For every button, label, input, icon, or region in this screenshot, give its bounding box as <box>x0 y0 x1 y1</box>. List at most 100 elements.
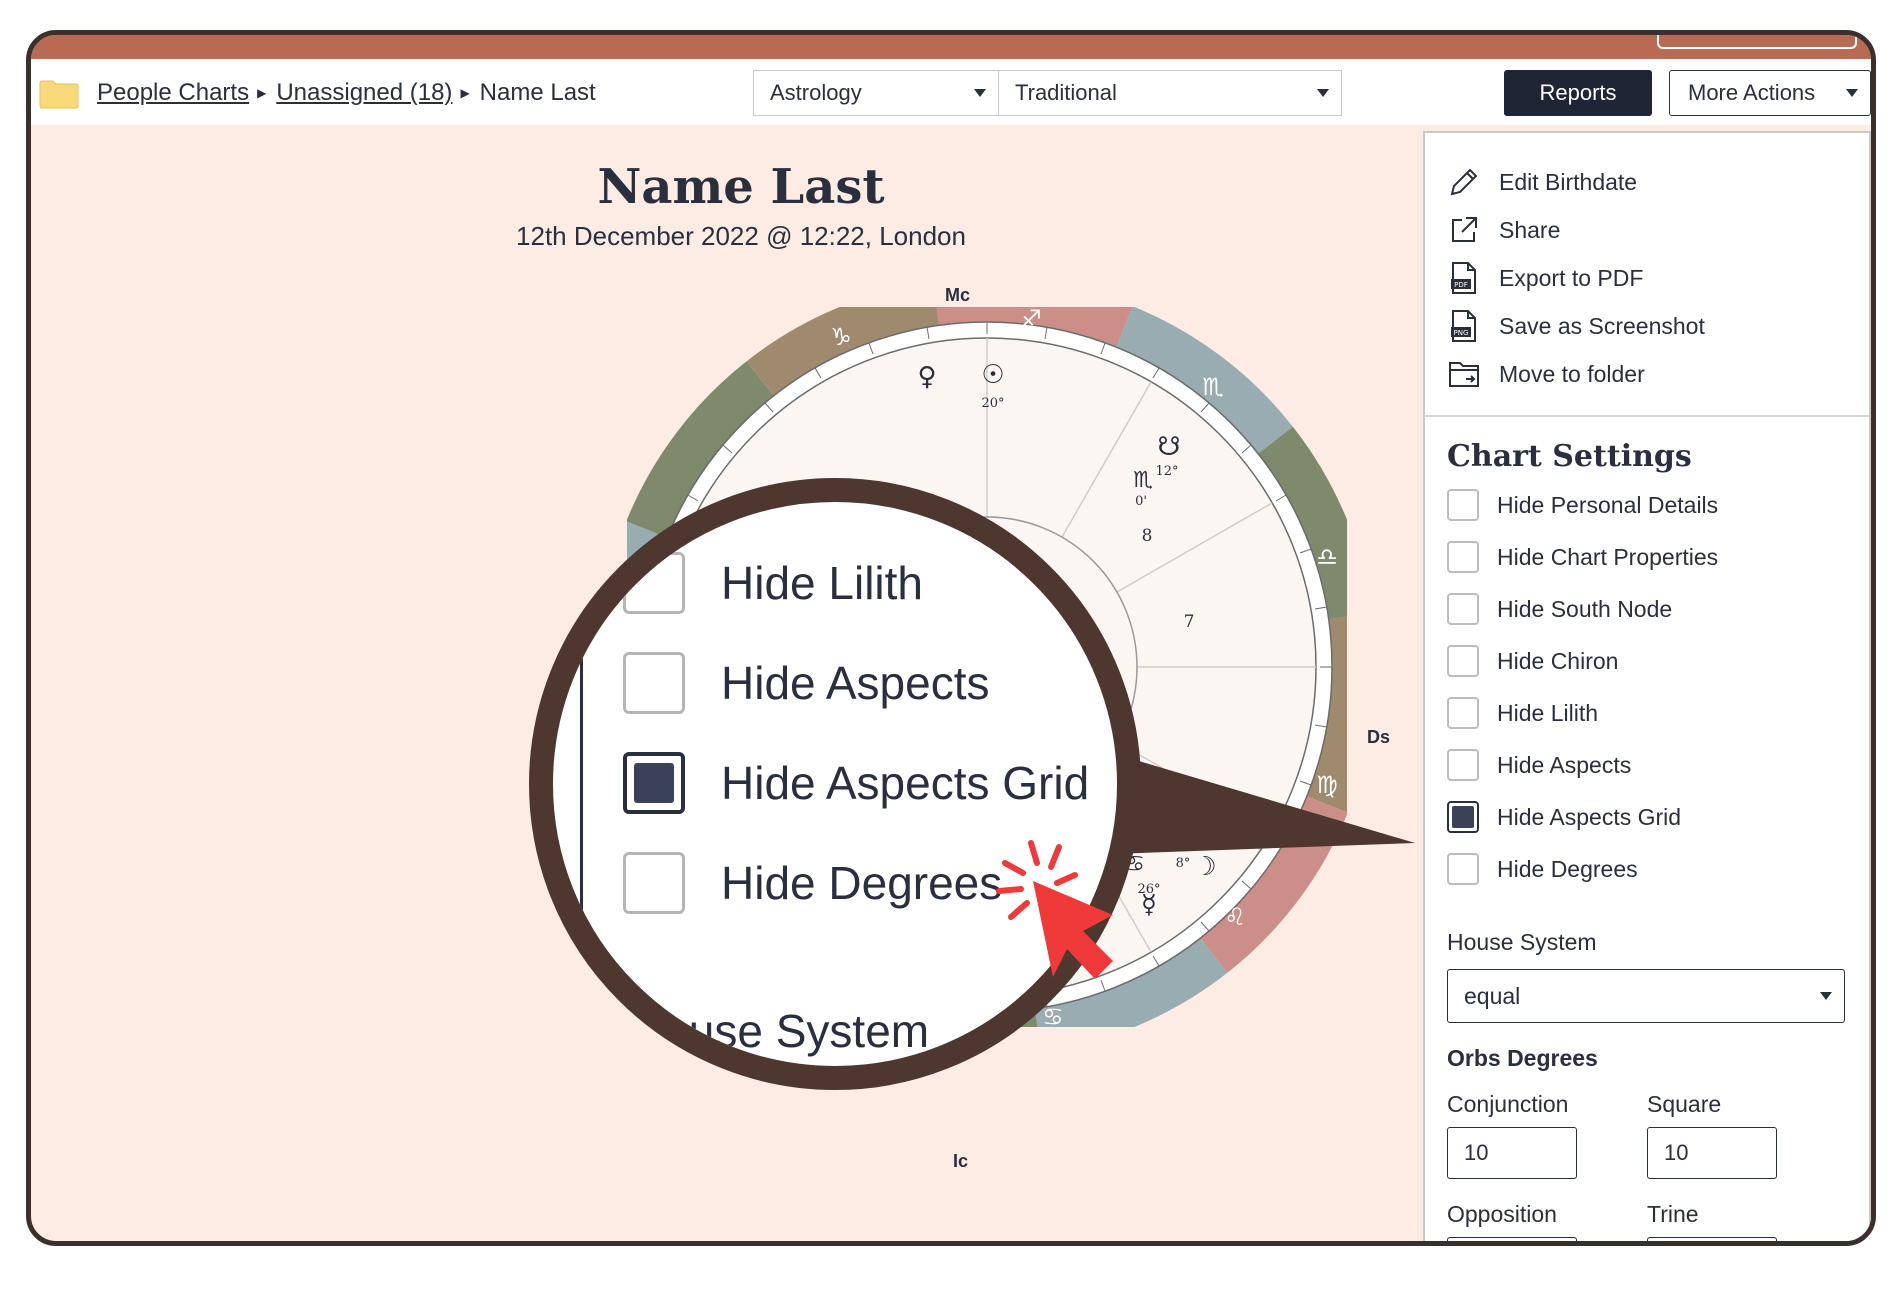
checkbox-checked[interactable] <box>623 752 685 814</box>
house-number-8: 8 <box>1142 526 1153 546</box>
setting-label: Hide Lilith <box>1497 699 1598 726</box>
checkbox[interactable] <box>1447 489 1479 521</box>
sun-glyph: ☉ <box>981 360 1004 390</box>
house-number-5: 5 <box>1138 822 1149 842</box>
conjunction-input[interactable]: 10 <box>1447 1127 1577 1179</box>
chart-title: Name Last <box>597 159 885 215</box>
astrology-select[interactable]: Astrology <box>753 70 999 116</box>
virgo-glyph: ♍ <box>1316 771 1338 799</box>
house-number-7: 7 <box>1184 612 1195 632</box>
chart-subtitle: 12th December 2022 @ 12:22, London <box>516 221 966 251</box>
window-tab[interactable] <box>1657 35 1857 49</box>
scorpio-glyph: ♏ <box>1202 373 1224 401</box>
setting-hide-chiron[interactable]: Hide Chiron <box>1447 645 1618 677</box>
libra-glyph: ♎ <box>1316 543 1338 571</box>
breadcrumb-separator-icon: ▶ <box>460 86 470 100</box>
moon-degree: 8° <box>1176 856 1191 871</box>
mag-select-border <box>613 1068 913 1071</box>
more-actions-label: More Actions <box>1688 80 1816 105</box>
external-link-icon <box>1447 213 1481 247</box>
setting-label: Hide South Node <box>1497 595 1673 622</box>
south-node-glyph: ☋ <box>1157 432 1180 462</box>
setting-hide-degrees[interactable]: Hide Degrees <box>1447 853 1638 885</box>
setting-hide-personal-details[interactable]: Hide Personal Details <box>1447 489 1718 521</box>
checkbox[interactable] <box>623 652 685 714</box>
mag-row-hide-lilith[interactable]: Hide Lilith <box>623 552 923 614</box>
folder-move-icon <box>1447 357 1481 391</box>
panel-divider <box>1425 415 1869 417</box>
mercury-degree: 26° <box>1137 882 1160 897</box>
orbs-degrees-title: Orbs Degrees <box>1447 1045 1598 1071</box>
setting-label: Hide Personal Details <box>1497 491 1719 518</box>
export-pdf-action[interactable]: PDF Export to PDF <box>1447 261 1643 295</box>
caret-down-icon <box>1846 89 1858 97</box>
breadcrumb-unassigned[interactable]: Unassigned (18) <box>276 79 452 107</box>
capricorn-glyph: ♑ <box>830 323 852 351</box>
setting-label: Hide Chiron <box>1497 647 1619 674</box>
checkbox[interactable] <box>1447 541 1479 573</box>
mag-row-hide-degrees[interactable]: Hide Degrees <box>623 852 1002 914</box>
reports-button[interactable]: Reports <box>1504 70 1652 116</box>
caret-down-icon <box>1317 89 1329 97</box>
breadcrumb-current: Name Last <box>479 79 596 106</box>
png-file-icon: PNG <box>1447 309 1481 343</box>
setting-label: Hide Chart Properties <box>1497 543 1719 570</box>
house-system-label: House System <box>1447 929 1597 955</box>
caret-down-icon <box>1820 992 1832 1000</box>
checkbox[interactable] <box>1447 697 1479 729</box>
venus-glyph: ♀ <box>917 362 936 392</box>
square-label: Square <box>1647 1091 1722 1117</box>
breadcrumb-people-charts[interactable]: People Charts <box>97 79 249 107</box>
house-system-select[interactable]: equal <box>1447 969 1845 1023</box>
conjunction-label: Conjunction <box>1447 1091 1569 1117</box>
tradition-select-value: Traditional <box>1015 80 1117 105</box>
square-input[interactable]: 10 <box>1647 1127 1777 1179</box>
setting-label: Hide Aspects <box>1497 751 1632 778</box>
checkbox[interactable] <box>1447 749 1479 781</box>
top-stripe <box>31 35 1871 59</box>
chart-settings-title: Chart Settings <box>1447 439 1692 474</box>
trine-input[interactable]: 10 <box>1647 1237 1777 1241</box>
more-actions-button[interactable]: More Actions <box>1669 70 1871 116</box>
panel-edge-line <box>580 502 583 912</box>
mag-row-hide-aspects-grid[interactable]: Hide Aspects Grid <box>623 752 1089 814</box>
pencil-icon <box>1447 165 1481 199</box>
setting-hide-lilith[interactable]: Hide Lilith <box>1447 697 1598 729</box>
action-label: Edit Birthdate <box>1499 168 1638 195</box>
leo-glyph: ♌ <box>1224 903 1246 931</box>
setting-hide-south-node[interactable]: Hide South Node <box>1447 593 1672 625</box>
moon-glyph: ☽ <box>1193 852 1216 882</box>
opposition-input[interactable]: 10 <box>1447 1237 1577 1241</box>
move-folder-action[interactable]: Move to folder <box>1447 357 1645 391</box>
house-system-value: equal <box>1464 982 1521 1009</box>
share-action[interactable]: Share <box>1447 213 1560 247</box>
breadcrumb: People Charts ▶ Unassigned (18) ▶ Name L… <box>97 79 596 107</box>
trine-label: Trine <box>1647 1201 1699 1227</box>
action-label: Save as Screenshot <box>1499 312 1705 339</box>
checkbox[interactable] <box>1447 645 1479 677</box>
cusp-degree: 0' <box>1151 834 1163 849</box>
ds-label: Ds <box>1367 727 1391 747</box>
edit-birthdate-action[interactable]: Edit Birthdate <box>1447 165 1637 199</box>
tradition-select[interactable]: Traditional <box>998 70 1342 116</box>
setting-hide-aspects-grid[interactable]: Hide Aspects Grid <box>1447 801 1681 833</box>
checkbox[interactable] <box>623 852 685 914</box>
zoom-magnifier: Hide Lilith Hide Aspects Hide Aspects Gr… <box>529 478 1141 1090</box>
mag-label: Hide Lilith <box>721 557 923 609</box>
svg-text:PDF: PDF <box>1454 281 1468 289</box>
setting-hide-aspects[interactable]: Hide Aspects <box>1447 749 1631 781</box>
mc-label: Mc <box>945 285 971 305</box>
ic-label: Ic <box>953 1151 969 1171</box>
astrology-select-value: Astrology <box>770 80 862 105</box>
setting-hide-chart-properties[interactable]: Hide Chart Properties <box>1447 541 1718 573</box>
action-label: Share <box>1499 216 1561 243</box>
mag-label: Hide Aspects <box>721 657 990 709</box>
mag-row-hide-aspects[interactable]: Hide Aspects <box>623 652 989 714</box>
checkbox[interactable] <box>1447 593 1479 625</box>
checkbox-checked[interactable] <box>1447 801 1479 833</box>
save-screenshot-action[interactable]: PNG Save as Screenshot <box>1447 309 1705 343</box>
checkbox[interactable] <box>623 552 685 614</box>
setting-label: Hide Aspects Grid <box>1497 803 1682 830</box>
checkbox[interactable] <box>1447 853 1479 885</box>
caret-down-icon <box>974 89 986 97</box>
